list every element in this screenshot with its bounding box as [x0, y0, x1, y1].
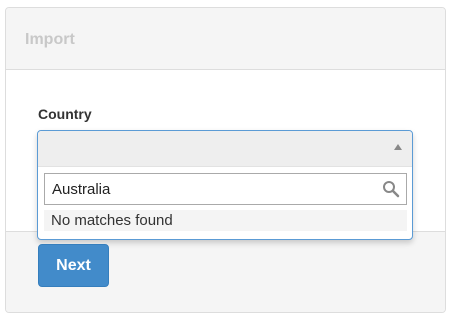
caret-up-icon[interactable]	[394, 144, 402, 150]
country-search-input[interactable]	[45, 174, 375, 204]
no-results-message: No matches found	[44, 210, 407, 231]
search-icon	[383, 181, 400, 198]
panel-title: Import	[25, 31, 75, 48]
country-select-current[interactable]	[38, 131, 412, 167]
country-select[interactable]: No matches found	[37, 130, 413, 240]
panel-header: Import	[6, 8, 445, 70]
country-search-field[interactable]	[44, 173, 407, 205]
country-label: Country	[38, 106, 92, 122]
next-button[interactable]: Next	[38, 244, 109, 287]
